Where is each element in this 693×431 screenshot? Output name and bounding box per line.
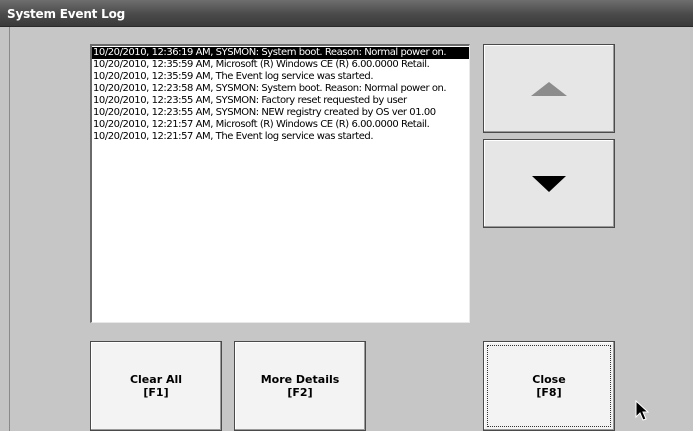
scroll-down-button[interactable] [483, 139, 615, 228]
log-entry[interactable]: 10/20/2010, 12:35:59 AM, The Event log s… [92, 71, 469, 83]
clear-all-text: Clear All [129, 373, 183, 386]
log-entry[interactable]: 10/20/2010, 12:36:19 AM, SYSMON: System … [92, 47, 469, 59]
clear-all-label: Clear All [F1] [130, 373, 182, 399]
mouse-pointer-icon [635, 400, 649, 421]
log-entry[interactable]: 10/20/2010, 12:35:59 AM, Microsoft (R) W… [92, 59, 469, 71]
clear-all-key: [F1] [143, 386, 169, 399]
focus-ring [487, 345, 611, 427]
log-entry[interactable]: 10/20/2010, 12:23:55 AM, SYSMON: NEW reg… [92, 107, 469, 119]
down-arrow-icon [532, 175, 566, 192]
window-title: System Event Log [7, 7, 126, 21]
log-entry[interactable]: 10/20/2010, 12:21:57 AM, The Event log s… [92, 131, 469, 143]
system-event-log-window: System Event Log 10/20/2010, 12:36:19 AM… [0, 0, 693, 431]
event-log-list[interactable]: 10/20/2010, 12:36:19 AM, SYSMON: System … [90, 44, 470, 323]
more-details-key: [F2] [287, 386, 313, 399]
title-bar[interactable]: System Event Log [0, 0, 693, 27]
more-details-button[interactable]: More Details [F2] [234, 341, 366, 431]
scroll-up-button[interactable] [483, 44, 615, 133]
up-arrow-icon [531, 81, 567, 96]
close-button[interactable]: Close [F8] [483, 341, 615, 431]
log-entry[interactable]: 10/20/2010, 12:21:57 AM, Microsoft (R) W… [92, 119, 469, 131]
more-details-text: More Details [260, 373, 340, 386]
log-entry[interactable]: 10/20/2010, 12:23:55 AM, SYSMON: Factory… [92, 95, 469, 107]
more-details-label: More Details [F2] [261, 373, 340, 399]
clear-all-button[interactable]: Clear All [F1] [90, 341, 222, 431]
log-entry[interactable]: 10/20/2010, 12:23:58 AM, SYSMON: System … [92, 83, 469, 95]
